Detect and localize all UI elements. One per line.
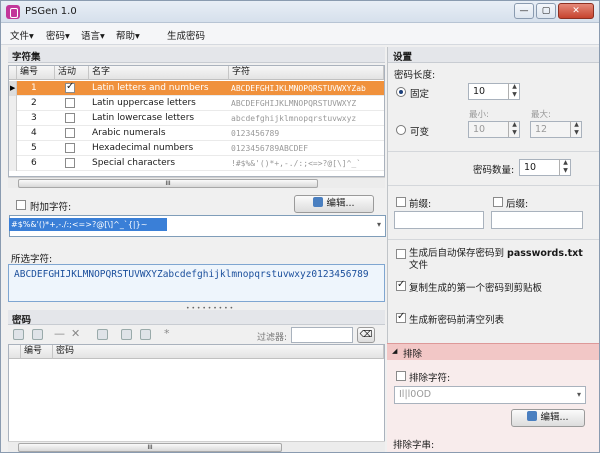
tool-icon[interactable] xyxy=(32,329,43,340)
save-icon[interactable] xyxy=(121,329,132,340)
passwords-title: 密码 xyxy=(12,315,32,326)
collapse-icon[interactable]: ◢ xyxy=(392,347,397,355)
max-label: 最大: xyxy=(531,110,551,120)
max-stepper[interactable]: ▲ ▼ xyxy=(570,121,582,137)
scroll-thumb[interactable]: III xyxy=(18,179,318,188)
col-chars[interactable]: 字符 xyxy=(229,66,384,80)
filter-clear-icon[interactable]: ⌫ xyxy=(357,327,375,343)
col-password[interactable]: 密码 xyxy=(53,345,384,359)
scroll-thumb[interactable]: III xyxy=(18,443,282,452)
maximize-button[interactable]: ▢ xyxy=(536,3,556,19)
active-checkbox[interactable]: ✓ xyxy=(65,81,75,93)
suffix-checkbox[interactable] xyxy=(493,197,503,207)
menu-bar: 文件▾ 密码▾ 语言▾ 帮助▾ 生成密码 xyxy=(1,23,599,63)
app-window: PSGen 1.0 — ▢ ✕ 文件▾ 密码▾ 语言▾ 帮助▾ 生成密码 字符集… xyxy=(0,0,600,453)
password-grid[interactable]: 编号 密码 xyxy=(8,344,385,452)
generate-button[interactable]: 生成密码 xyxy=(167,28,205,42)
selected-chars-label: 所选字符: xyxy=(11,254,53,265)
minimize-button[interactable]: — xyxy=(514,3,534,19)
edit-icon xyxy=(527,411,538,421)
charset-title: 字符集 xyxy=(12,52,41,63)
suffix-label: 后缀: xyxy=(506,199,529,210)
fixed-radio[interactable] xyxy=(396,87,406,97)
prefix-label: 前缀: xyxy=(409,199,432,210)
charset-header xyxy=(8,47,385,63)
divider xyxy=(388,151,599,152)
chevron-down-icon[interactable]: ▾ xyxy=(377,220,381,229)
passwords-header xyxy=(8,310,385,325)
count-stepper[interactable]: ▲ ▼ xyxy=(559,159,571,175)
col-active[interactable]: 活动 xyxy=(55,66,89,80)
asterisk-icon[interactable]: * xyxy=(164,327,170,340)
variable-radio[interactable] xyxy=(396,125,406,135)
divider xyxy=(388,239,599,240)
variable-label: 可变 xyxy=(410,127,430,138)
min-stepper[interactable]: ▲ ▼ xyxy=(508,121,520,137)
autosave-checkbox[interactable] xyxy=(396,249,406,259)
menu-file[interactable]: 文件▾ xyxy=(10,28,34,42)
fixed-label: 固定 xyxy=(410,89,430,100)
col-num[interactable]: 编号 xyxy=(17,66,55,80)
menu-password[interactable]: 密码▾ xyxy=(46,28,70,42)
extra-chars-label: 附加字符: xyxy=(30,202,72,213)
autosave-label: 生成后自动保存密码到 passwords.txt 文件 xyxy=(409,248,583,271)
exclude-chars-checkbox[interactable] xyxy=(396,371,406,381)
exclude-strings-label: 排除字串: xyxy=(393,440,435,451)
active-checkbox[interactable] xyxy=(65,113,75,123)
charset-row[interactable]: ▶ 1 ✓ Latin letters and numbers ABCDEFGH… xyxy=(9,81,384,96)
delete-icon[interactable]: ✕ xyxy=(71,327,80,340)
prefix-checkbox[interactable] xyxy=(396,197,406,207)
col-pw-num[interactable]: 编号 xyxy=(21,345,53,359)
active-checkbox[interactable] xyxy=(65,128,75,138)
tool-icon[interactable] xyxy=(13,329,24,340)
copy-icon[interactable] xyxy=(97,329,108,340)
app-icon xyxy=(6,5,20,19)
chevron-down-icon[interactable]: ▾ xyxy=(577,387,581,403)
menu-language[interactable]: 语言▾ xyxy=(81,28,105,42)
suffix-input[interactable] xyxy=(491,211,583,229)
length-label: 密码长度: xyxy=(394,70,436,81)
extra-edit-button[interactable]: 编辑... xyxy=(294,195,374,213)
clear-list-checkbox[interactable] xyxy=(396,311,406,323)
filter-input[interactable] xyxy=(291,327,353,343)
settings-header xyxy=(388,47,599,63)
extra-chars-checkbox[interactable] xyxy=(16,200,26,210)
remove-icon[interactable]: — xyxy=(54,327,65,340)
active-checkbox[interactable] xyxy=(65,143,75,153)
save-all-icon[interactable] xyxy=(140,329,151,340)
charset-row[interactable]: 3 Latin lowercase letters abcdefghijklmn… xyxy=(9,111,384,126)
charset-row[interactable]: 6 Special characters !#$%&'()*+,-./:;<=>… xyxy=(9,156,384,171)
exclude-edit-button[interactable]: 编辑... xyxy=(511,409,585,427)
charset-row[interactable]: 5 Hexadecimal numbers 0123456789ABCDEF xyxy=(9,141,384,156)
exclude-header[interactable]: ◢ 排除 xyxy=(387,343,599,360)
charset-grid[interactable]: 编号 活动 名字 字符 ▶ 1 ✓ Latin letters and numb… xyxy=(8,65,385,177)
window-title: PSGen 1.0 xyxy=(25,6,77,17)
col-name[interactable]: 名字 xyxy=(89,66,229,80)
active-checkbox[interactable] xyxy=(65,158,75,168)
exclude-chars-label: 排除字符: xyxy=(409,373,451,384)
password-hscrollbar[interactable]: III xyxy=(8,441,385,452)
edit-icon xyxy=(313,197,324,207)
prefix-input[interactable] xyxy=(394,211,484,229)
charset-row[interactable]: 4 Arabic numerals 0123456789 xyxy=(9,126,384,141)
charset-row[interactable]: 2 Latin uppercase letters ABCDEFGHIJKLMN… xyxy=(9,96,384,111)
min-label: 最小: xyxy=(469,110,489,120)
filter-label: 过滤器: xyxy=(257,333,288,343)
selected-chars-box: ABCDEFGHIJKLMNOPQRSTUVWXYZabcdefghijklmn… xyxy=(8,264,385,302)
copy-clipboard-checkbox[interactable] xyxy=(396,279,406,291)
exclude-chars-combo[interactable]: Il|l0OD ▾ xyxy=(394,386,586,404)
clear-list-label: 生成新密码前清空列表 xyxy=(409,315,505,326)
close-button[interactable]: ✕ xyxy=(558,3,594,19)
count-label: 密码数量: xyxy=(473,165,515,176)
divider xyxy=(388,185,599,186)
active-checkbox[interactable] xyxy=(65,98,75,108)
exclude-title: 排除 xyxy=(403,349,423,360)
settings-title: 设置 xyxy=(393,52,413,63)
extra-chars-value: #$%&'()*+,-./:;<=>?@[\]^_`{|}~ xyxy=(9,218,167,231)
fixed-stepper[interactable]: ▲ ▼ xyxy=(508,83,520,99)
title-bar: PSGen 1.0 — ▢ ✕ xyxy=(1,1,599,23)
charset-hscrollbar[interactable]: III xyxy=(8,177,385,188)
copy-clipboard-label: 复制生成的第一个密码到剪贴板 xyxy=(409,283,543,294)
menu-help[interactable]: 帮助▾ xyxy=(116,28,140,42)
